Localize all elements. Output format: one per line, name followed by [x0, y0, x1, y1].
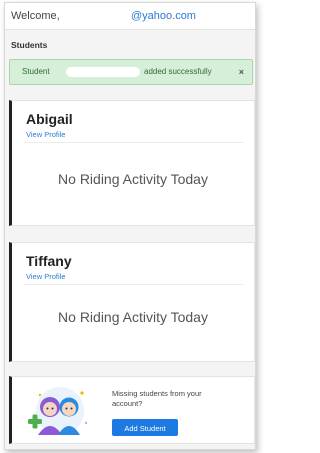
close-icon[interactable]: ×	[239, 60, 244, 84]
divider	[24, 284, 244, 285]
student-name: Tiffany	[26, 253, 72, 269]
student-card: Tiffany View Profile No Riding Activity …	[9, 242, 255, 362]
section-title: Students	[11, 40, 48, 50]
activity-status: No Riding Activity Today	[58, 171, 208, 187]
welcome-text: Welcome,	[11, 10, 60, 22]
missing-students-card: Missing students from your account? Add …	[9, 376, 255, 444]
activity-status: No Riding Activity Today	[58, 309, 208, 325]
missing-students-message: Missing students from your account?	[112, 389, 202, 408]
redacted-student-name	[66, 67, 140, 77]
redacted-username	[71, 10, 129, 22]
app-frame: Welcome, @yahoo.com Students Student add…	[4, 2, 256, 450]
alert-prefix: Student	[22, 67, 50, 76]
view-profile-link[interactable]: View Profile	[26, 272, 65, 281]
student-name: Abigail	[26, 111, 73, 127]
students-illustration-icon	[28, 387, 88, 435]
add-student-button[interactable]: Add Student	[112, 419, 178, 436]
divider	[24, 142, 244, 143]
student-card: Abigail View Profile No Riding Activity …	[9, 100, 255, 226]
email-domain: @yahoo.com	[131, 10, 196, 22]
header-bar: Welcome, @yahoo.com	[5, 3, 255, 30]
alert-message: added successfully	[144, 67, 212, 76]
view-profile-link[interactable]: View Profile	[26, 130, 65, 139]
success-alert: Student added successfully ×	[9, 59, 253, 85]
